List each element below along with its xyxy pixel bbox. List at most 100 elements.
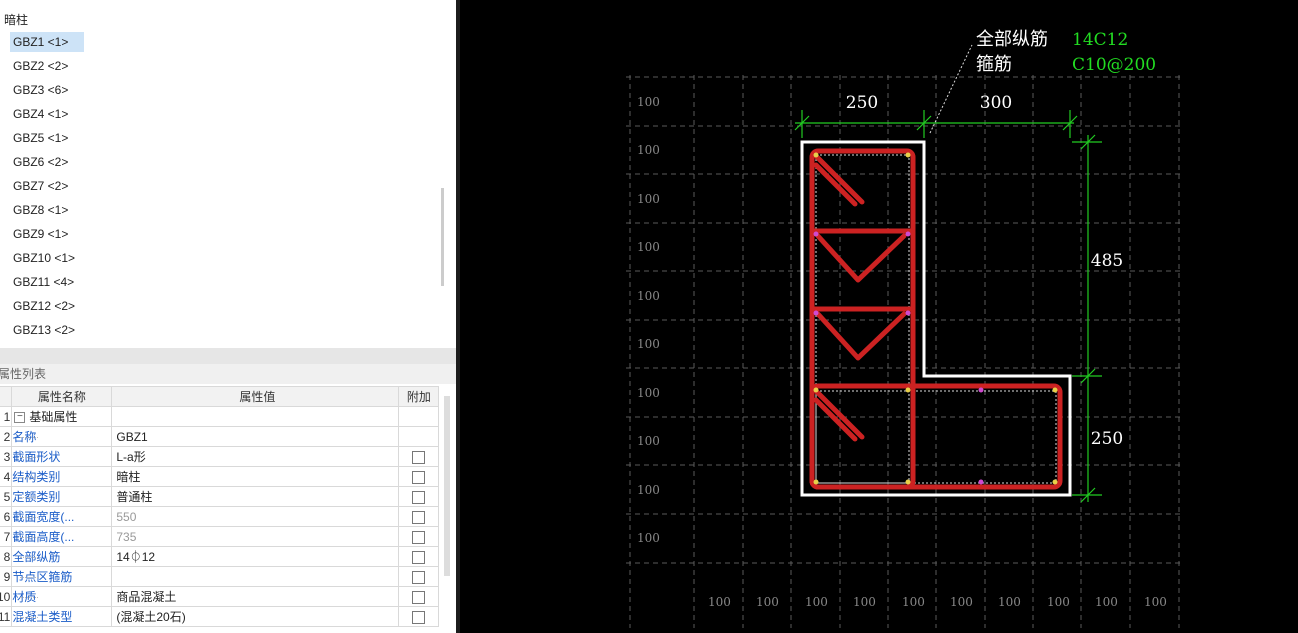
property-row[interactable]: 5 定额类别 普通柱 [0,486,440,507]
property-extra-cell [398,486,440,507]
property-value[interactable]: 商品混凝土 [111,586,400,607]
row-index: 11 [0,606,13,627]
node-yellow [813,387,819,393]
property-row[interactable]: 10材质商品混凝土 [0,586,440,607]
drawing-canvas[interactable]: 100 100 100 100 100 100 100 100 100 100 100 100 100 1… [456,0,1298,633]
hook-4a [813,388,865,440]
row-index: 1 [0,406,13,427]
property-grid: 属性名称 属性值 附加 1 − 基础属性 2 名称 GBZ1 3 截面形状 L-a形 4 结构类… [0,384,456,633]
property-extra-cell [398,546,440,567]
tree-item[interactable]: GBZ11 <4> [10,272,84,292]
property-scrollbar[interactable] [444,396,450,576]
extra-checkbox[interactable] [412,470,426,484]
extra-checkbox[interactable] [412,510,426,524]
tree-item[interactable]: GBZ5 <1> [10,128,84,148]
property-value[interactable] [111,566,400,587]
grid-label: 100 [756,595,779,609]
property-extra-cell [398,586,440,607]
property-name: 截面宽度(... [11,506,113,527]
row-index: 9 [0,566,13,587]
header-index [0,386,13,407]
property-name: 混凝土类型 [11,606,113,627]
extra-checkbox[interactable] [412,490,426,504]
collapse-icon[interactable]: − [14,412,26,424]
grid-label: 100 [637,143,660,157]
grid-label: 100 [1095,595,1118,609]
property-row[interactable]: 9 节点区箍筋 [0,566,440,587]
legend-stirrup-value: C10@200 [1072,55,1156,75]
node-yellow [1052,479,1058,485]
property-value[interactable]: 暗柱 [111,466,400,487]
property-row[interactable]: 3 截面形状 L-a形 [0,446,440,467]
extra-checkbox[interactable] [412,590,426,604]
grid-label: 100 [637,386,660,400]
grid-label: 100 [853,595,876,609]
header-name[interactable]: 属性名称 [11,386,113,407]
property-panel-title: 属性列表 [0,364,456,384]
legend-longitudinal-value: 14C12 [1072,30,1128,50]
panel-splitter[interactable] [0,348,456,364]
tree-item[interactable]: GBZ13 <2> [10,320,84,340]
group-value-cell [111,406,400,427]
property-name: 结构类别 [11,466,113,487]
tree-item[interactable]: GBZ4 <1> [10,104,84,124]
node-magenta [978,479,984,485]
row-index: 10 [0,586,13,607]
property-value[interactable]: 普通柱 [111,486,400,507]
tree-item[interactable]: GBZ2 <2> [10,56,84,76]
extra-checkbox[interactable] [412,450,426,464]
property-name: 截面高度(... [11,526,113,547]
node-magenta [905,231,911,237]
node-yellow [905,387,911,393]
grid-label: 100 [637,192,660,206]
tree-scrollbar[interactable] [441,188,444,286]
property-name: 名称 [11,426,113,447]
node-yellow [1052,387,1058,393]
section-drawing[interactable]: 100 100 100 100 100 100 100 100 100 100 100 100 100 1… [460,0,1298,633]
grid-label: 100 [637,289,660,303]
row-index: 3 [0,446,13,467]
property-row[interactable]: 8 全部纵筋 14⏀12 [0,546,440,567]
tree-item[interactable]: GBZ12 <2> [10,296,84,316]
property-value[interactable]: (混凝土20石) [111,606,400,627]
property-row[interactable]: 4 结构类别 暗柱 [0,466,440,487]
extra-checkbox[interactable] [412,530,426,544]
tree-item[interactable]: GBZ8 <1> [10,200,84,220]
tree-item[interactable]: GBZ3 <6> [10,80,84,100]
group-cell: − 基础属性 [11,406,113,427]
hook-4b [813,397,858,442]
property-value[interactable]: L-a形 [111,446,400,467]
legend-longitudinal-label: 全部纵筋 [976,29,1048,50]
tree-item[interactable]: GBZ1 <1> [10,32,84,52]
property-extra-cell [398,566,440,587]
property-value[interactable]: 735 [111,526,400,547]
extra-checkbox[interactable] [412,570,426,584]
extra-checkbox[interactable] [412,610,426,624]
extra-checkbox[interactable] [412,550,426,564]
grid-label: 100 [950,595,973,609]
property-table: 属性名称 属性值 附加 1 − 基础属性 2 名称 GBZ1 3 截面形状 L-a形 4 结构类… [0,386,440,627]
header-value[interactable]: 属性值 [111,386,400,407]
property-value[interactable]: 550 [111,506,400,527]
tree-item[interactable]: GBZ7 <2> [10,176,84,196]
property-value[interactable]: GBZ1 [111,426,400,447]
grid-label: 100 [1047,595,1070,609]
property-row[interactable]: 11混凝土类型(混凝土20石) [0,606,440,627]
property-row[interactable]: 6 截面宽度(... 550 [0,506,440,527]
node-yellow [813,479,819,485]
property-value[interactable]: 14⏀12 [111,546,400,567]
property-row[interactable]: 7 截面高度(... 735 [0,526,440,547]
header-extra[interactable]: 附加 [398,386,440,407]
property-extra-cell [398,506,440,527]
property-row[interactable]: 2 名称 GBZ1 [0,426,440,447]
node-magenta [813,231,819,237]
row-index: 2 [0,426,13,447]
tree-item[interactable]: GBZ10 <1> [10,248,84,268]
property-name: 材质 [11,586,113,607]
property-name: 定额类别 [11,486,113,507]
property-extra-cell [398,466,440,487]
tree-root-label[interactable]: 暗柱 [4,11,28,28]
tree-item[interactable]: GBZ6 <2> [10,152,84,172]
property-extra-cell [398,446,440,467]
tree-item[interactable]: GBZ9 <1> [10,224,84,244]
